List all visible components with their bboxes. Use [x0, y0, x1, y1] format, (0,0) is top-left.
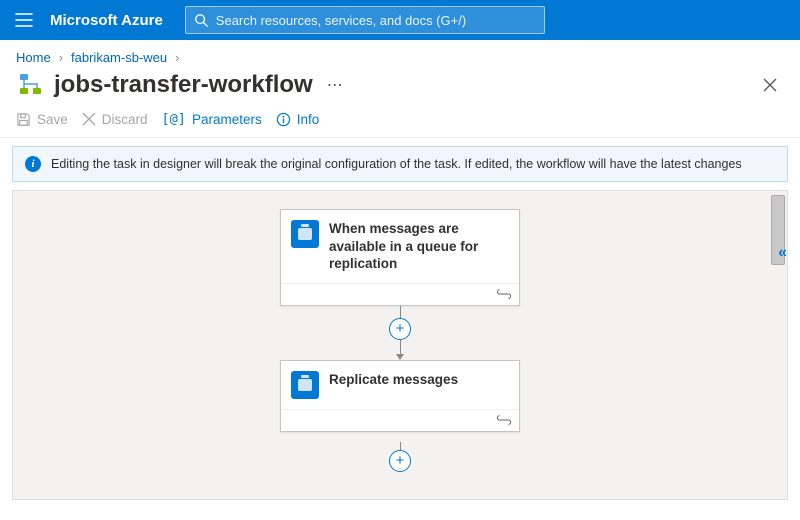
- link-icon: [497, 289, 511, 299]
- vertical-scrollbar[interactable]: [771, 193, 785, 497]
- brand-label: Microsoft Azure: [48, 12, 177, 29]
- designer-canvas[interactable]: When messages are available in a queue f…: [12, 190, 788, 500]
- breadcrumb-home[interactable]: Home: [16, 50, 51, 65]
- search-icon: [194, 13, 208, 27]
- logic-app-icon: [16, 71, 44, 99]
- global-search[interactable]: [185, 6, 545, 34]
- add-step-button[interactable]: +: [389, 318, 411, 340]
- save-button[interactable]: Save: [16, 112, 68, 127]
- breadcrumb: Home › fabrikam-sb-weu ›: [0, 40, 800, 65]
- discard-button[interactable]: Discard: [82, 112, 148, 127]
- workflow-action-card[interactable]: Replicate messages: [280, 360, 520, 432]
- global-search-input[interactable]: [208, 13, 536, 28]
- info-badge-icon: i: [25, 156, 41, 172]
- collapse-panel-button[interactable]: «: [774, 240, 786, 266]
- more-actions-button[interactable]: ⋯: [327, 75, 344, 95]
- discard-label: Discard: [102, 112, 148, 127]
- card-footer: [281, 283, 519, 305]
- save-icon: [16, 112, 31, 127]
- connector-trailing: +: [389, 442, 411, 472]
- connector: +: [389, 306, 411, 360]
- save-label: Save: [37, 112, 68, 127]
- hamburger-menu-button[interactable]: [0, 0, 48, 40]
- workflow-trigger-card[interactable]: When messages are available in a queue f…: [280, 209, 520, 306]
- azure-top-bar: Microsoft Azure: [0, 0, 800, 40]
- action-title: Replicate messages: [329, 371, 458, 389]
- designer-toolbar: Save Discard [@] Parameters Info: [0, 107, 800, 138]
- page-title: jobs-transfer-workflow: [54, 71, 313, 99]
- close-icon: [763, 78, 777, 92]
- page-header: jobs-transfer-workflow ⋯: [0, 65, 800, 107]
- service-bus-icon: [291, 371, 319, 399]
- parameters-button[interactable]: [@] Parameters: [162, 111, 262, 127]
- info-label: Info: [297, 112, 320, 127]
- add-step-button[interactable]: +: [389, 450, 411, 472]
- menu-icon: [15, 13, 33, 27]
- breadcrumb-resource[interactable]: fabrikam-sb-weu: [71, 50, 167, 65]
- card-footer: [281, 409, 519, 431]
- banner-message: Editing the task in designer will break …: [51, 157, 742, 171]
- discard-icon: [82, 112, 96, 126]
- chevron-right-icon: ›: [59, 50, 63, 65]
- info-banner: i Editing the task in designer will brea…: [12, 146, 788, 182]
- info-button[interactable]: Info: [276, 112, 320, 127]
- service-bus-icon: [291, 220, 319, 248]
- canvas-inner: When messages are available in a queue f…: [13, 191, 787, 499]
- chevron-right-icon: ›: [175, 50, 179, 65]
- trigger-title: When messages are available in a queue f…: [329, 220, 509, 273]
- link-icon: [497, 415, 511, 425]
- parameters-label: Parameters: [192, 112, 262, 127]
- info-icon: [276, 112, 291, 127]
- close-blade-button[interactable]: [756, 71, 784, 99]
- parameters-icon: [@]: [162, 111, 186, 127]
